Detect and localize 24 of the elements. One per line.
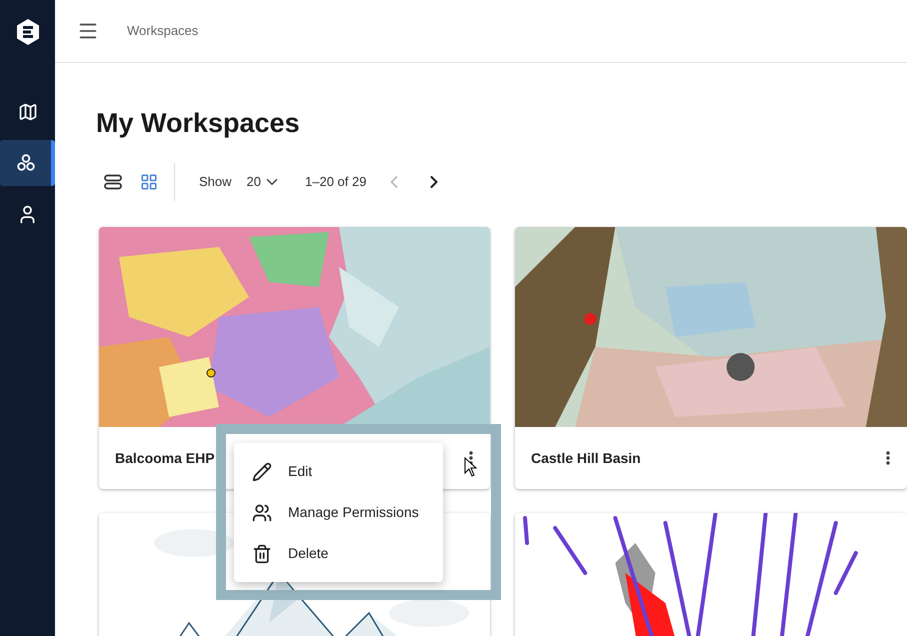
card-title: Balcooma EHP (115, 448, 215, 468)
kebab-icon (886, 451, 890, 465)
cursor-icon (464, 457, 478, 477)
list-view-icon (104, 174, 122, 190)
people-icon (252, 502, 272, 522)
show-label: Show (199, 173, 232, 192)
page-range: 1–20 of 29 (305, 173, 366, 192)
page-title: My Workspaces (96, 107, 301, 139)
map-icon (18, 102, 38, 122)
trash-icon (252, 544, 272, 564)
menu-item[interactable]: Delete (234, 533, 443, 574)
logo-icon (14, 18, 40, 46)
view-toggle[interactable] (104, 174, 122, 190)
page-size-select[interactable]: 20 (246, 172, 281, 192)
grid-view-icon (140, 173, 158, 191)
nav-item[interactable] (0, 140, 55, 186)
view-toggle[interactable] (140, 173, 158, 191)
menu-item[interactable]: Edit (234, 451, 443, 492)
breadcrumb: Workspaces (127, 22, 198, 40)
hexagons-icon (16, 153, 36, 173)
workspace-card[interactable]: Castle Hill Basin (515, 227, 907, 489)
card-title: Castle Hill Basin (531, 448, 641, 468)
pencil-icon (252, 462, 272, 482)
menu-item[interactable]: Manage Permissions (234, 492, 443, 533)
